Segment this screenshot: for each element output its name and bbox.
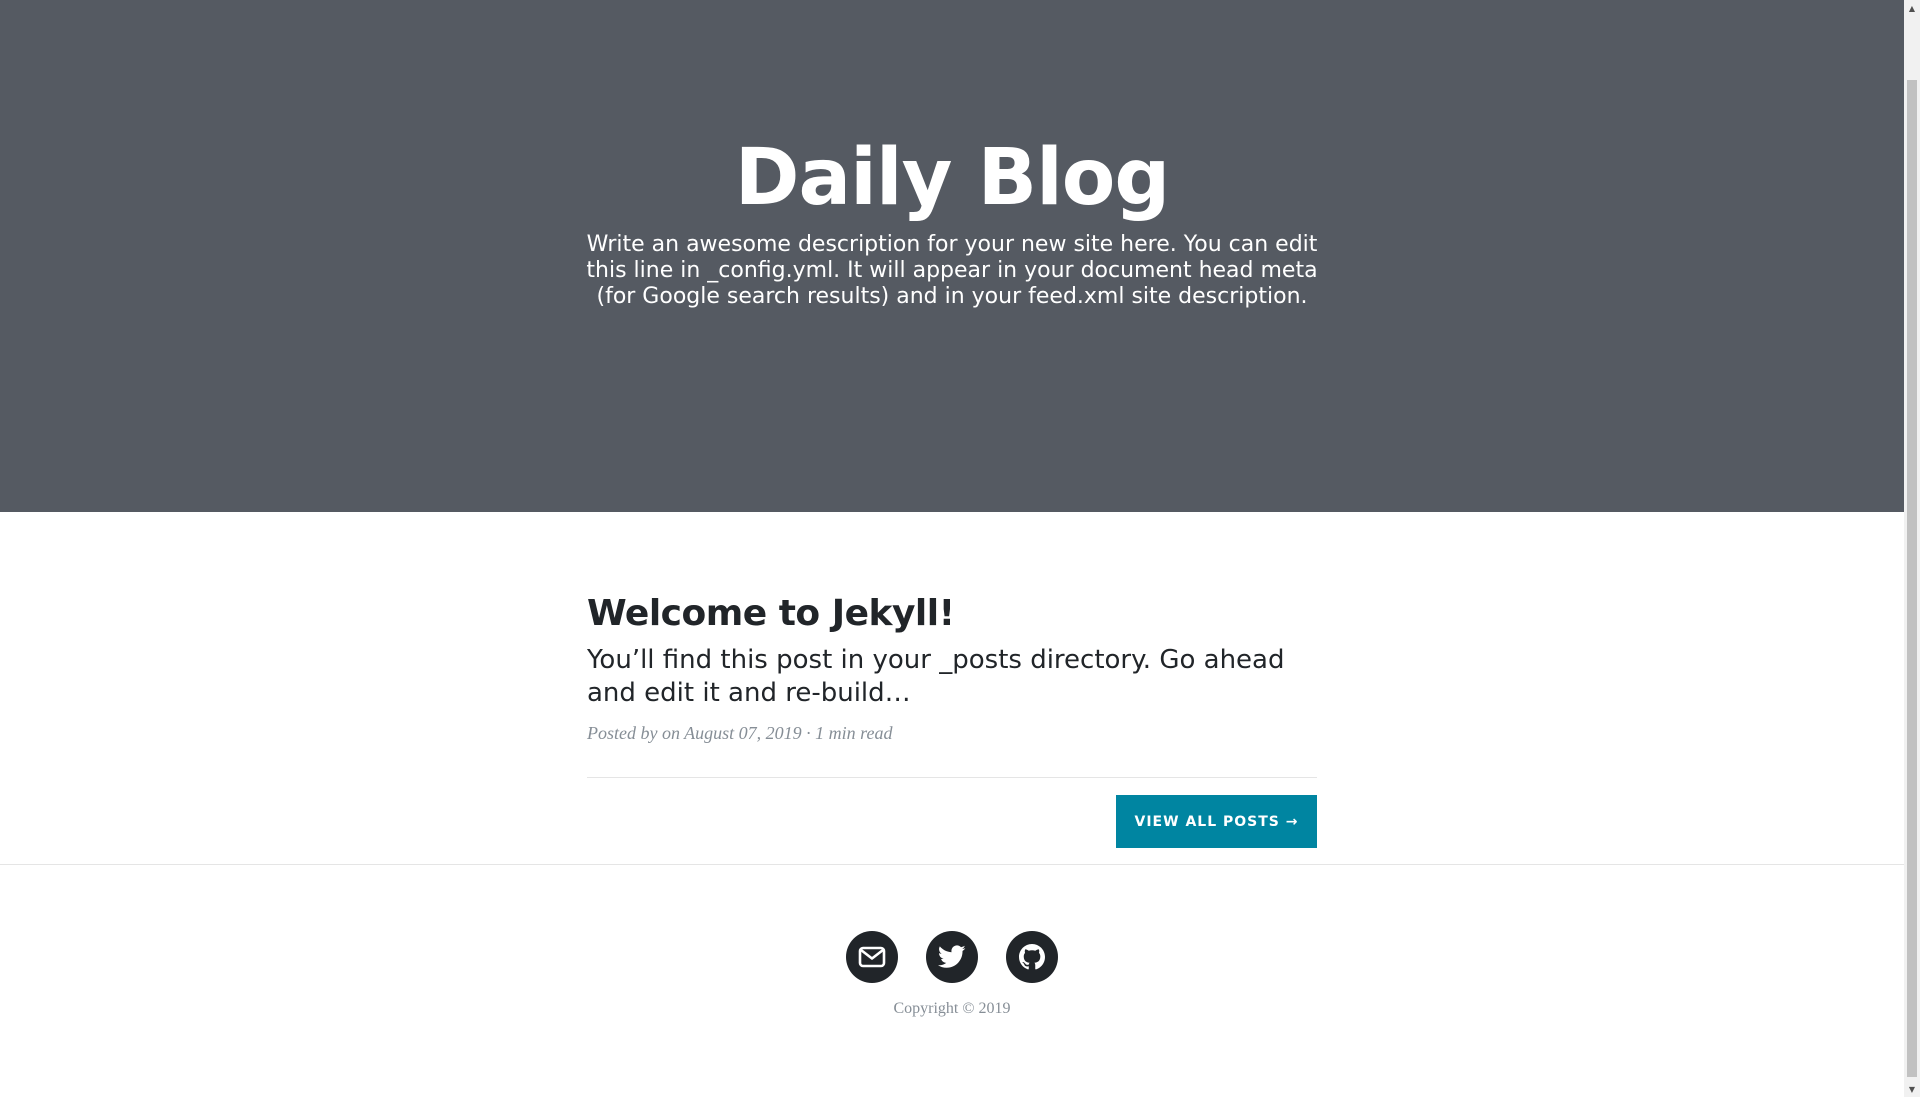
site-description: Write an awesome description for your ne… — [586, 232, 1318, 309]
email-link[interactable] — [846, 931, 898, 983]
post-preview[interactable]: Welcome to Jekyll! You’ll find this post… — [587, 588, 1317, 746]
post-divider — [587, 777, 1317, 778]
twitter-icon — [938, 945, 966, 968]
scroll-down-arrow-icon[interactable]: ▼ — [1904, 1081, 1920, 1097]
post-subtitle[interactable]: You’ll find this post in your _posts dir… — [587, 644, 1317, 710]
copyright: Copyright © 2019 — [893, 1000, 1011, 1017]
vertical-scrollbar[interactable]: ▲ ▼ — [1904, 0, 1920, 1097]
github-link[interactable] — [1006, 931, 1058, 983]
social-links — [0, 931, 1904, 983]
post-title[interactable]: Welcome to Jekyll! — [587, 588, 1317, 640]
post-meta: Posted by on August 07, 2019 · 1 min rea… — [587, 723, 893, 743]
main-content: Welcome to Jekyll! You’ll find this post… — [587, 512, 1317, 864]
page: Daily Blog Write an awesome description … — [0, 0, 1904, 1097]
view-all-posts-button[interactable]: VIEW ALL POSTS → — [1116, 795, 1317, 848]
scroll-thumb[interactable] — [1907, 80, 1917, 1077]
footer: Copyright © 2019 — [0, 865, 1904, 1097]
site-title: Daily Blog — [734, 133, 1170, 223]
envelope-icon — [858, 946, 886, 968]
github-icon — [1019, 944, 1045, 970]
twitter-link[interactable] — [926, 931, 978, 983]
masthead: Daily Blog Write an awesome description … — [0, 0, 1904, 512]
scroll-up-arrow-icon[interactable]: ▲ — [1904, 0, 1920, 16]
